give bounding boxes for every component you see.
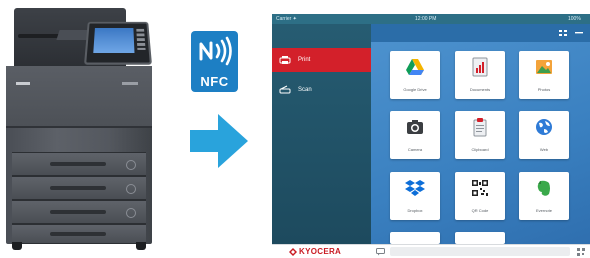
app-tile-clipboard[interactable]: Clipboard [455,111,505,159]
kyocera-mark-icon [289,248,297,256]
google-drive-icon [406,59,424,75]
sidebar-item-print[interactable]: Print [272,48,371,72]
multifunction-printer [2,6,160,256]
app-tile-web[interactable]: Web [519,111,569,159]
app-tile-label: Camera [407,147,423,152]
nfc-badge: NFC [191,31,238,92]
printer-touchscreen [93,28,135,53]
status-carrier: Carrier ✦ [276,16,297,22]
printer-logo-plate [16,82,30,85]
paper-drawer [12,224,146,244]
app-toolbar [371,24,590,42]
paper-drawer [12,152,146,176]
paper-drawer [12,200,146,224]
scanner-icon [279,85,291,94]
tablet-screen: Carrier ✦ 12:00 PM 100% Print Scan Googl… [272,14,590,258]
qr-code-icon [472,180,488,196]
nfc-label: NFC [200,74,229,89]
chat-icon[interactable] [376,248,385,256]
web-icon [536,119,552,135]
sidebar-item-label: Print [298,57,311,63]
app-tile-label: Dropbox [407,208,423,213]
app-tile-label: QR Code [471,208,489,213]
app-tile-label: Web [539,147,549,152]
app-tile-dropbox[interactable]: Dropbox [390,172,440,220]
message-input[interactable] [390,247,570,256]
printer-control-panel [83,21,153,65]
app-tile-camera[interactable]: Camera [390,111,440,159]
arrow-right-icon [190,114,248,168]
app-tile-label: Evernote [535,208,552,213]
status-time: 12:00 PM [415,16,437,22]
app-tile-label: Google Drive [403,87,427,92]
brand-name: KYOCERA [299,247,342,256]
printer-icon [279,56,291,64]
printer-model-plate [122,82,138,85]
sidebar-item-label: Scan [298,87,312,93]
app-tile-label: Photos [537,87,551,92]
photos-icon [536,60,552,74]
qr-scan-icon[interactable] [577,248,585,256]
app-tile-label: Clipboard [471,147,489,152]
status-bar: Carrier ✦ 12:00 PM 100% [272,14,590,24]
menu-icon[interactable] [575,30,583,36]
camera-icon [407,120,423,134]
nfc-signal-icon [199,36,232,66]
app-tile-photos[interactable]: Photos [519,51,569,99]
paper-drawer [12,176,146,200]
printer-body [6,66,152,250]
app-tile-label: Documents [469,87,491,92]
app-tile-partial[interactable] [455,232,505,244]
sidebar: Print Scan [272,24,371,244]
printer-keypad [136,28,146,50]
app-tile-google-drive[interactable]: Google Drive [390,51,440,99]
evernote-icon [537,180,550,196]
app-tile-partial[interactable] [390,232,440,244]
clipboard-icon [473,118,487,137]
bottom-bar: KYOCERA [272,244,590,258]
dropbox-icon [405,180,425,196]
app-tile-evernote[interactable]: Evernote [519,172,569,220]
app-grid-panel: Google Drive Documents Photos Camera Cli… [371,24,590,244]
documents-icon [472,57,488,77]
grid-view-icon[interactable] [559,30,567,36]
app-tile-documents[interactable]: Documents [455,51,505,99]
sidebar-item-scan[interactable]: Scan [272,78,371,102]
app-tile-qr-code[interactable]: QR Code [455,172,505,220]
status-battery: 100% [568,16,581,22]
